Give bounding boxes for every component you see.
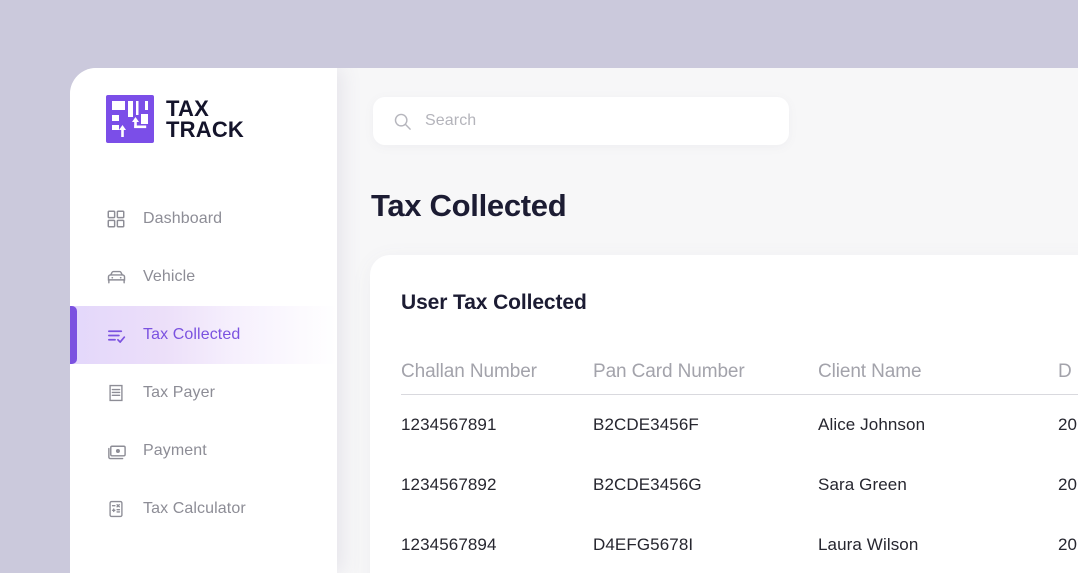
sidebar: TAX TRACK Dashboard Vehicle Tax Collecte… <box>70 68 337 573</box>
sidebar-nav: Dashboard Vehicle Tax Collected Tax Paye… <box>70 190 337 538</box>
sidebar-item-label: Tax Collected <box>143 326 241 343</box>
banknote-icon <box>105 440 127 462</box>
grid-icon <box>105 208 127 230</box>
sidebar-item-dashboard[interactable]: Dashboard <box>70 190 337 248</box>
app-window: TAX TRACK Dashboard Vehicle Tax Collecte… <box>70 68 1078 573</box>
cell-client-name: Alice Johnson <box>818 415 926 434</box>
cell-pan-card-number: B2CDE3456G <box>593 475 702 494</box>
cell-date: 20 <box>1058 415 1078 434</box>
cell-client-name: Laura Wilson <box>818 535 919 554</box>
search-icon <box>393 112 412 131</box>
table-row[interactable]: 1234567894 D4EFG5678I Laura Wilson 20 <box>401 515 1078 573</box>
cell-date: 20 <box>1058 535 1078 554</box>
column-header-date[interactable]: D <box>1058 361 1078 383</box>
search-input[interactable] <box>425 112 769 130</box>
sidebar-item-label: Payment <box>143 442 207 459</box>
calculator-icon <box>105 498 127 520</box>
cell-date: 20 <box>1058 475 1078 494</box>
sidebar-item-label: Dashboard <box>143 210 223 227</box>
car-icon <box>105 266 127 288</box>
column-header-challan-number[interactable]: Challan Number <box>401 361 593 383</box>
cell-challan-number: 1234567891 <box>401 415 497 434</box>
sidebar-item-payment[interactable]: Payment <box>70 422 337 480</box>
table-row[interactable]: 1234567891 B2CDE3456F Alice Johnson 20 <box>401 395 1078 455</box>
sidebar-item-tax-payer[interactable]: Tax Payer <box>70 364 337 422</box>
main-content: Tax Collected User Tax Collected Challan… <box>337 68 1078 573</box>
cell-challan-number: 1234567892 <box>401 475 497 494</box>
tax-collected-card: User Tax Collected Challan Number Pan Ca… <box>370 255 1078 573</box>
table-header-row: Challan Number Pan Card Number Client Na… <box>401 349 1078 395</box>
card-title: User Tax Collected <box>401 291 587 314</box>
column-header-client-name[interactable]: Client Name <box>818 361 1058 383</box>
cell-challan-number: 1234567894 <box>401 535 497 554</box>
brand-name: TAX TRACK <box>166 98 244 142</box>
list-check-icon <box>105 324 127 346</box>
receipt-icon <box>105 382 127 404</box>
sidebar-item-tax-calculator[interactable]: Tax Calculator <box>70 480 337 538</box>
table-row[interactable]: 1234567892 B2CDE3456G Sara Green 20 <box>401 455 1078 515</box>
search-bar[interactable] <box>373 97 789 145</box>
tax-track-logo-icon <box>105 94 155 144</box>
tax-collected-table: Challan Number Pan Card Number Client Na… <box>401 349 1078 573</box>
cell-pan-card-number: B2CDE3456F <box>593 415 699 434</box>
column-header-pan-card-number[interactable]: Pan Card Number <box>593 361 818 383</box>
sidebar-item-label: Vehicle <box>143 268 196 285</box>
sidebar-item-label: Tax Payer <box>143 384 216 401</box>
sidebar-item-tax-collected[interactable]: Tax Collected <box>70 306 337 364</box>
sidebar-item-vehicle[interactable]: Vehicle <box>70 248 337 306</box>
cell-client-name: Sara Green <box>818 475 907 494</box>
sidebar-item-label: Tax Calculator <box>143 500 246 517</box>
brand-name-line2: TRACK <box>166 117 244 142</box>
page-title: Tax Collected <box>371 188 567 223</box>
brand-logo[interactable]: TAX TRACK <box>70 68 337 144</box>
cell-pan-card-number: D4EFG5678I <box>593 535 694 554</box>
